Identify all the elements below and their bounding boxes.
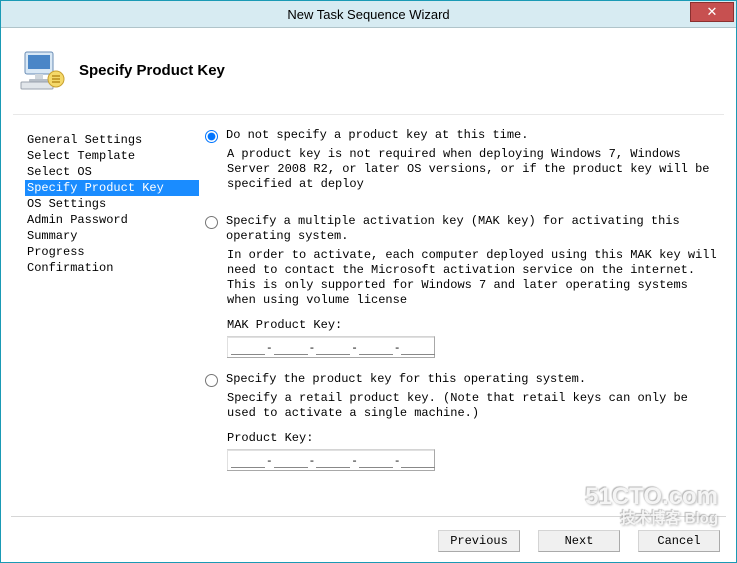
retail-seg-5[interactable] xyxy=(401,453,435,468)
main-pane: Do not specify a product key at this tim… xyxy=(199,122,726,516)
sidebar-nav: General SettingsSelect TemplateSelect OS… xyxy=(11,122,199,516)
sidebar-item-confirmation[interactable]: Confirmation xyxy=(25,260,199,276)
option-mak-key-label: Specify a multiple activation key (MAK k… xyxy=(226,214,722,244)
mak-seg-4[interactable] xyxy=(359,340,393,355)
sidebar-item-general-settings[interactable]: General Settings xyxy=(25,132,199,148)
close-icon: ✕ xyxy=(707,4,718,20)
sidebar-item-summary[interactable]: Summary xyxy=(25,228,199,244)
retail-seg-2[interactable] xyxy=(274,453,308,468)
wizard-header: Specify Product Key xyxy=(13,38,724,115)
retail-key-input[interactable]: - - - - xyxy=(227,449,435,471)
option-mak-key[interactable]: Specify a multiple activation key (MAK k… xyxy=(205,214,722,244)
radio-no-key[interactable] xyxy=(205,130,218,143)
mak-key-label: MAK Product Key: xyxy=(227,318,722,332)
window-title: New Task Sequence Wizard xyxy=(287,7,449,22)
sidebar-item-progress[interactable]: Progress xyxy=(25,244,199,260)
wizard-footer: Previous Next Cancel xyxy=(11,516,726,552)
option-mak-key-desc: In order to activate, each computer depl… xyxy=(227,248,722,308)
sidebar-item-specify-product-key[interactable]: Specify Product Key xyxy=(25,180,199,196)
cancel-button[interactable]: Cancel xyxy=(638,530,720,552)
mak-seg-2[interactable] xyxy=(274,340,308,355)
computer-icon xyxy=(19,48,65,92)
option-no-key[interactable]: Do not specify a product key at this tim… xyxy=(205,128,722,143)
retail-seg-3[interactable] xyxy=(316,453,350,468)
sidebar-item-select-os[interactable]: Select OS xyxy=(25,164,199,180)
sidebar-item-os-settings[interactable]: OS Settings xyxy=(25,196,199,212)
retail-key-label: Product Key: xyxy=(227,431,722,445)
option-no-key-desc: A product key is not required when deplo… xyxy=(227,147,722,192)
option-retail-key-label: Specify the product key for this operati… xyxy=(226,372,586,387)
close-button[interactable]: ✕ xyxy=(690,2,734,22)
mak-seg-3[interactable] xyxy=(316,340,350,355)
sidebar-item-select-template[interactable]: Select Template xyxy=(25,148,199,164)
radio-mak-key[interactable] xyxy=(205,216,218,229)
wizard-body: Specify Product Key General SettingsSele… xyxy=(1,28,736,562)
mak-key-input[interactable]: - - - - xyxy=(227,336,435,358)
titlebar: New Task Sequence Wizard ✕ xyxy=(1,1,736,28)
retail-seg-1[interactable] xyxy=(231,453,265,468)
retail-seg-4[interactable] xyxy=(359,453,393,468)
option-retail-key[interactable]: Specify the product key for this operati… xyxy=(205,372,722,387)
option-retail-key-desc: Specify a retail product key. (Note that… xyxy=(227,391,722,421)
next-button[interactable]: Next xyxy=(538,530,620,552)
mak-seg-5[interactable] xyxy=(401,340,435,355)
mak-seg-1[interactable] xyxy=(231,340,265,355)
sidebar-item-admin-password[interactable]: Admin Password xyxy=(25,212,199,228)
wizard-window: New Task Sequence Wizard ✕ Specify xyxy=(0,0,737,563)
option-no-key-label: Do not specify a product key at this tim… xyxy=(226,128,528,143)
content-area: General SettingsSelect TemplateSelect OS… xyxy=(11,122,726,516)
radio-retail-key[interactable] xyxy=(205,374,218,387)
page-title: Specify Product Key xyxy=(79,62,225,79)
previous-button[interactable]: Previous xyxy=(438,530,520,552)
